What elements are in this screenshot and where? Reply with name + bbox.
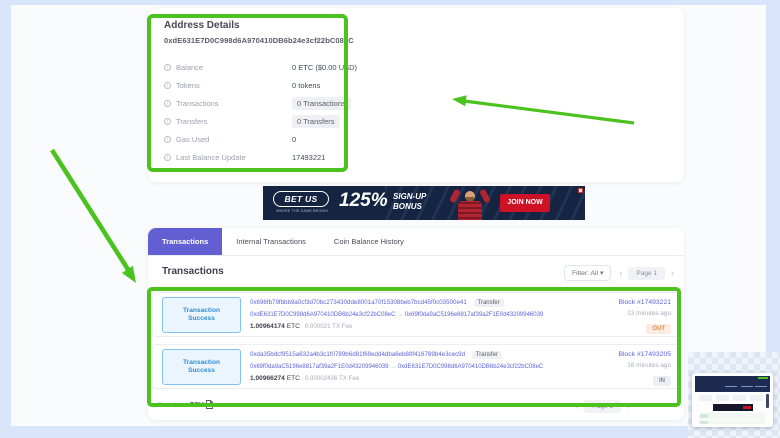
ad-person-illustration [448,188,494,220]
detail-label: Transfers [176,117,292,126]
detail-value: 0 [292,135,296,144]
info-icon: i [164,64,171,71]
transaction-age: 13 minutes ago [618,310,671,317]
transaction-age: 16 minutes ago [618,362,671,369]
filter-and-pagination: Filter: All ▾ ‹ Page 1 › [564,265,676,281]
transaction-status-badge: Transaction Success [162,297,241,333]
screenshot-frame: Address Details 0xdE631E7D0C998d6A970410… [0,0,780,438]
info-icon: i [164,118,171,125]
from-address-link[interactable]: 0xdE631E7D0C998d6A970410DB6b24e3cf22bC08… [250,312,395,318]
detail-label: Last Balance Update [176,153,292,162]
amount-unit: ETC [287,323,300,330]
prev-page-button[interactable]: ‹ [617,269,624,278]
transaction-status-badge: Transaction Success [162,349,241,385]
next-page-button[interactable]: › [669,269,676,278]
transaction-amount: 1.00964174 [250,323,285,330]
transactions-card: Transactions Internal Transactions Coin … [148,228,684,420]
address-hash: 0xdE631E7D0C998d6A970410DB6b24e3cf22bC08… [164,36,354,45]
betus-ad-banner[interactable]: BET US WHERE THE GAME BEGINS 125% SIGN-U… [263,186,585,220]
transaction-fee: 0.00002436 TX Fee [305,375,360,382]
transaction-hash-link[interactable]: 0x696fb79fbbb9a0cf3d70bc273430dde8001a70… [250,299,467,306]
thumbnail-scrollbar [766,394,769,408]
transactions-footer: Download CSV ‹ Page 1 › [158,400,674,414]
transactions-heading: Transactions [162,266,224,277]
screenshot-thumbnail[interactable] [692,373,773,427]
address-detail-row: i Gas Used 0 [164,130,494,148]
tab-bar: Transactions Internal Transactions Coin … [148,228,684,256]
arrow-right-icon: → [390,364,396,370]
from-address-link[interactable]: 0x69f0da9aC5196e8817af39a2F1E0d432099460… [250,364,388,370]
transaction-list: Transaction Success 0x696fb79fbbb9a0cf3d… [152,292,680,389]
detail-label: Balance [176,63,292,72]
detail-label: Tokens [176,81,292,90]
direction-badge: IN [653,376,671,386]
detail-label: Gas Used [176,135,292,144]
detail-label: Transactions [176,99,292,108]
address-detail-row: i Balance 0 ETC ($0.00 USD) [164,58,494,76]
chevron-down-icon: ▾ [600,270,603,277]
ad-percent: 125% [339,190,388,212]
address-detail-row: i Tokens 0 tokens [164,76,494,94]
to-address-link[interactable]: 0xdE631E7D0C998d6A970410DB6b24e3cf22bC08… [398,364,543,370]
amount-unit: ETC [287,375,300,382]
ad-offer-text: SIGN-UP BONUS [393,192,426,212]
address-detail-row: i Transactions 0 Transactions [164,94,494,112]
info-icon: i [164,100,171,107]
page-indicator[interactable]: Page 1 [628,267,665,280]
block-number-link[interactable]: Block #17493221 [618,299,671,306]
detail-value: 0 ETC ($0.00 USD) [292,63,357,72]
address-detail-rows: i Balance 0 ETC ($0.00 USD) i Tokens 0 t… [164,58,494,166]
tab-coin-balance-history[interactable]: Coin Balance History [320,228,418,255]
info-icon: i [164,82,171,89]
detail-value: 0 Transfers [292,115,340,128]
file-icon [206,400,213,411]
filter-dropdown[interactable]: Filter: All ▾ [564,265,611,281]
address-detail-row: i Transfers 0 Transfers [164,112,494,130]
arrow-right-icon: → [397,312,403,318]
thumbnail-page-preview [695,376,770,424]
to-address-link[interactable]: 0x69f0da9aC5196e8817af39a2F1E0d432099460… [405,312,543,318]
info-icon: i [164,136,171,143]
next-page-button[interactable]: › [625,402,632,411]
detail-value: 0 Transactions [292,97,351,110]
detail-value: 17493221 [292,153,325,162]
transaction-row: Transaction Success 0xda35bdcf9515a632a4… [152,344,680,389]
betus-logo: BET US [273,191,329,207]
transaction-amount: 1.00966274 [250,375,285,382]
ad-choices-icon[interactable] [578,188,583,193]
tab-transactions[interactable]: Transactions [148,228,222,255]
detail-value: 0 tokens [292,81,320,90]
page-indicator[interactable]: Page 1 [584,400,621,413]
card-title: Address Details [164,20,240,31]
transaction-hash-link[interactable]: 0xda35bdcf9515a632a4b3c1f0789b6d81f69edd… [250,351,465,358]
block-number-link[interactable]: Block #17493205 [618,351,671,358]
ad-tagline: WHERE THE GAME BEGINS [269,209,335,213]
tab-internal-transactions[interactable]: Internal Transactions [222,228,320,255]
transaction-row: Transaction Success 0x696fb79fbbb9a0cf3d… [152,292,680,337]
thumbnail-header [695,376,770,392]
transfer-type-badge: Transfer [474,299,504,307]
address-details-card: Address Details 0xdE631E7D0C998d6A970410… [148,8,684,182]
join-now-button[interactable]: JOIN NOW [500,194,550,212]
info-icon: i [164,154,171,161]
transaction-fee: 0.000021 TX Fee [305,323,353,330]
download-csv-link[interactable]: Download CSV [158,400,213,411]
transfer-type-badge: Transfer [472,351,502,359]
prev-page-button[interactable]: ‹ [573,402,580,411]
address-detail-row: i Last Balance Update 17493221 [164,148,494,166]
direction-badge: OUT [646,324,671,334]
